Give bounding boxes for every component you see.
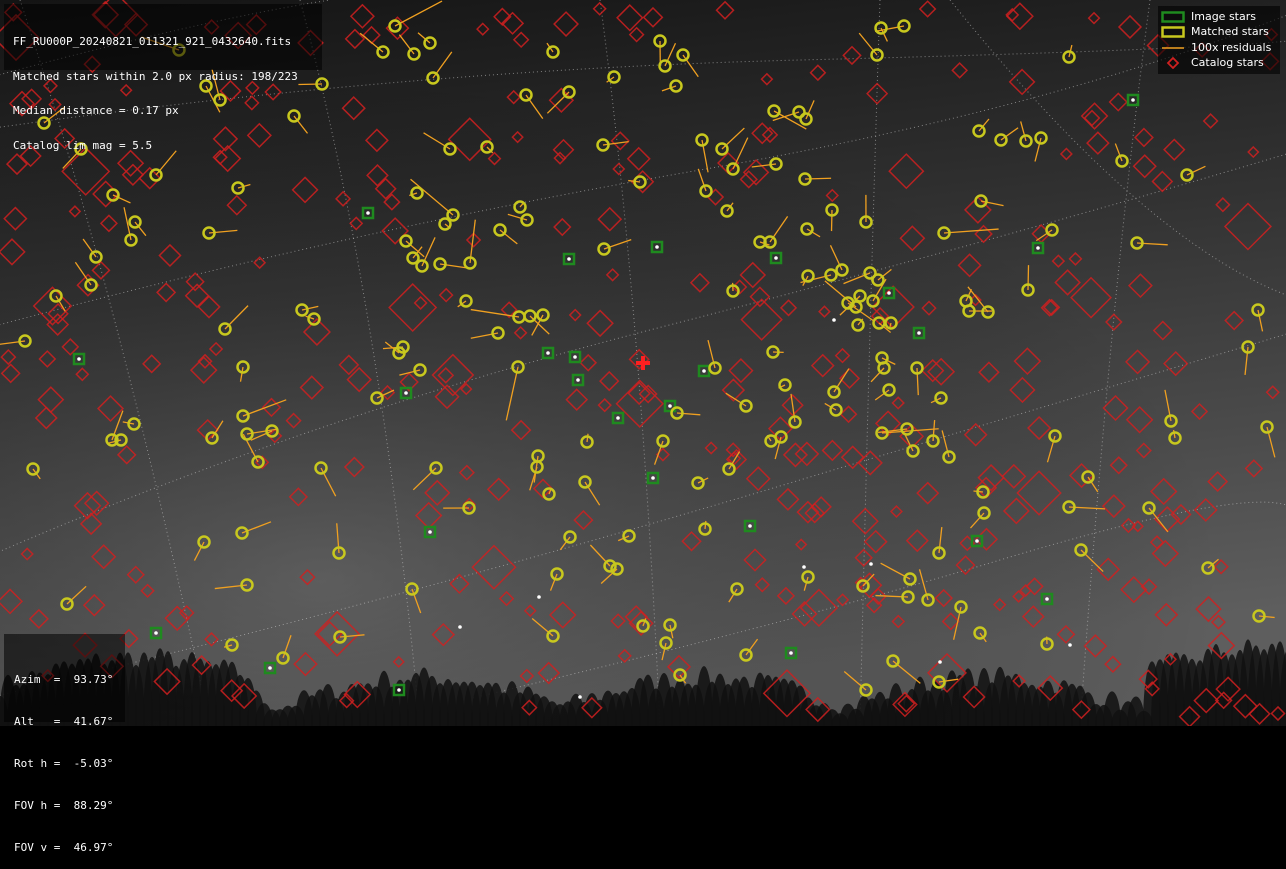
star-dot — [655, 245, 659, 249]
star-dot — [802, 565, 806, 569]
star-dot — [428, 530, 432, 534]
azimuth-text: Azim = 93.73° — [14, 673, 125, 687]
star-dot — [869, 562, 873, 566]
legend: Image stars Matched stars 100x residuals… — [1158, 6, 1280, 74]
matched-stars-text: Matched stars within 2.0 px radius: 198/… — [13, 71, 322, 83]
star-dot — [774, 256, 778, 260]
median-distance-text: Median distance = 0.17 px — [13, 105, 322, 117]
file-name: FF_RU000P_20240821_011321_921_0432640.fi… — [13, 36, 322, 48]
residual-line-icon — [1161, 42, 1185, 54]
star-dot — [1068, 643, 1072, 647]
star-dot — [651, 476, 655, 480]
star-dot — [77, 357, 81, 361]
star-dot — [917, 331, 921, 335]
star-dot — [397, 688, 401, 692]
image-star-icon — [1161, 11, 1185, 23]
star-dot — [668, 404, 672, 408]
legend-matched-stars: Matched stars — [1158, 25, 1280, 39]
star-dot — [887, 291, 891, 295]
star-dot — [938, 660, 942, 664]
fov-h-text: FOV h = 88.29° — [14, 799, 125, 813]
star-dot — [154, 631, 158, 635]
legend-residuals: 100x residuals — [1158, 41, 1280, 55]
star-dot — [567, 257, 571, 261]
fov-v-text: FOV v = 46.97° — [14, 841, 125, 855]
legend-image-stars: Image stars — [1158, 10, 1280, 24]
star-dot — [268, 666, 272, 670]
star-dot — [366, 211, 370, 215]
residual-line — [1028, 265, 1029, 290]
pointing-panel: Azim = 93.73° Alt = 41.67° Rot h = -5.03… — [4, 634, 125, 722]
star-dot — [975, 539, 979, 543]
star-dot — [1045, 597, 1049, 601]
star-dot — [1131, 98, 1135, 102]
star-dot — [616, 416, 620, 420]
rotation-text: Rot h = -5.03° — [14, 757, 125, 771]
fit-info-panel: FF_RU000P_20240821_011321_921_0432640.fi… — [4, 4, 322, 70]
matched-star-icon — [1161, 26, 1185, 38]
altitude-text: Alt = 41.67° — [14, 715, 125, 729]
star-dot — [748, 524, 752, 528]
legend-catalog-stars: Catalog stars — [1158, 56, 1280, 70]
star-dot — [458, 625, 462, 629]
star-dot — [789, 651, 793, 655]
star-dot — [702, 369, 706, 373]
catalog-diamond-shape — [1168, 58, 1178, 68]
star-dot — [832, 318, 836, 322]
star-dot — [546, 351, 550, 355]
star-dot — [576, 378, 580, 382]
star-dot — [537, 595, 541, 599]
residual-line — [705, 521, 706, 529]
star-dot — [404, 391, 408, 395]
catalog-lim-mag-text: Catalog lim mag = 5.5 — [13, 140, 322, 152]
residual-line — [805, 178, 831, 179]
star-dot — [573, 355, 577, 359]
star-dot — [578, 695, 582, 699]
catalog-star-icon — [1161, 57, 1185, 69]
star-dot — [1036, 246, 1040, 250]
